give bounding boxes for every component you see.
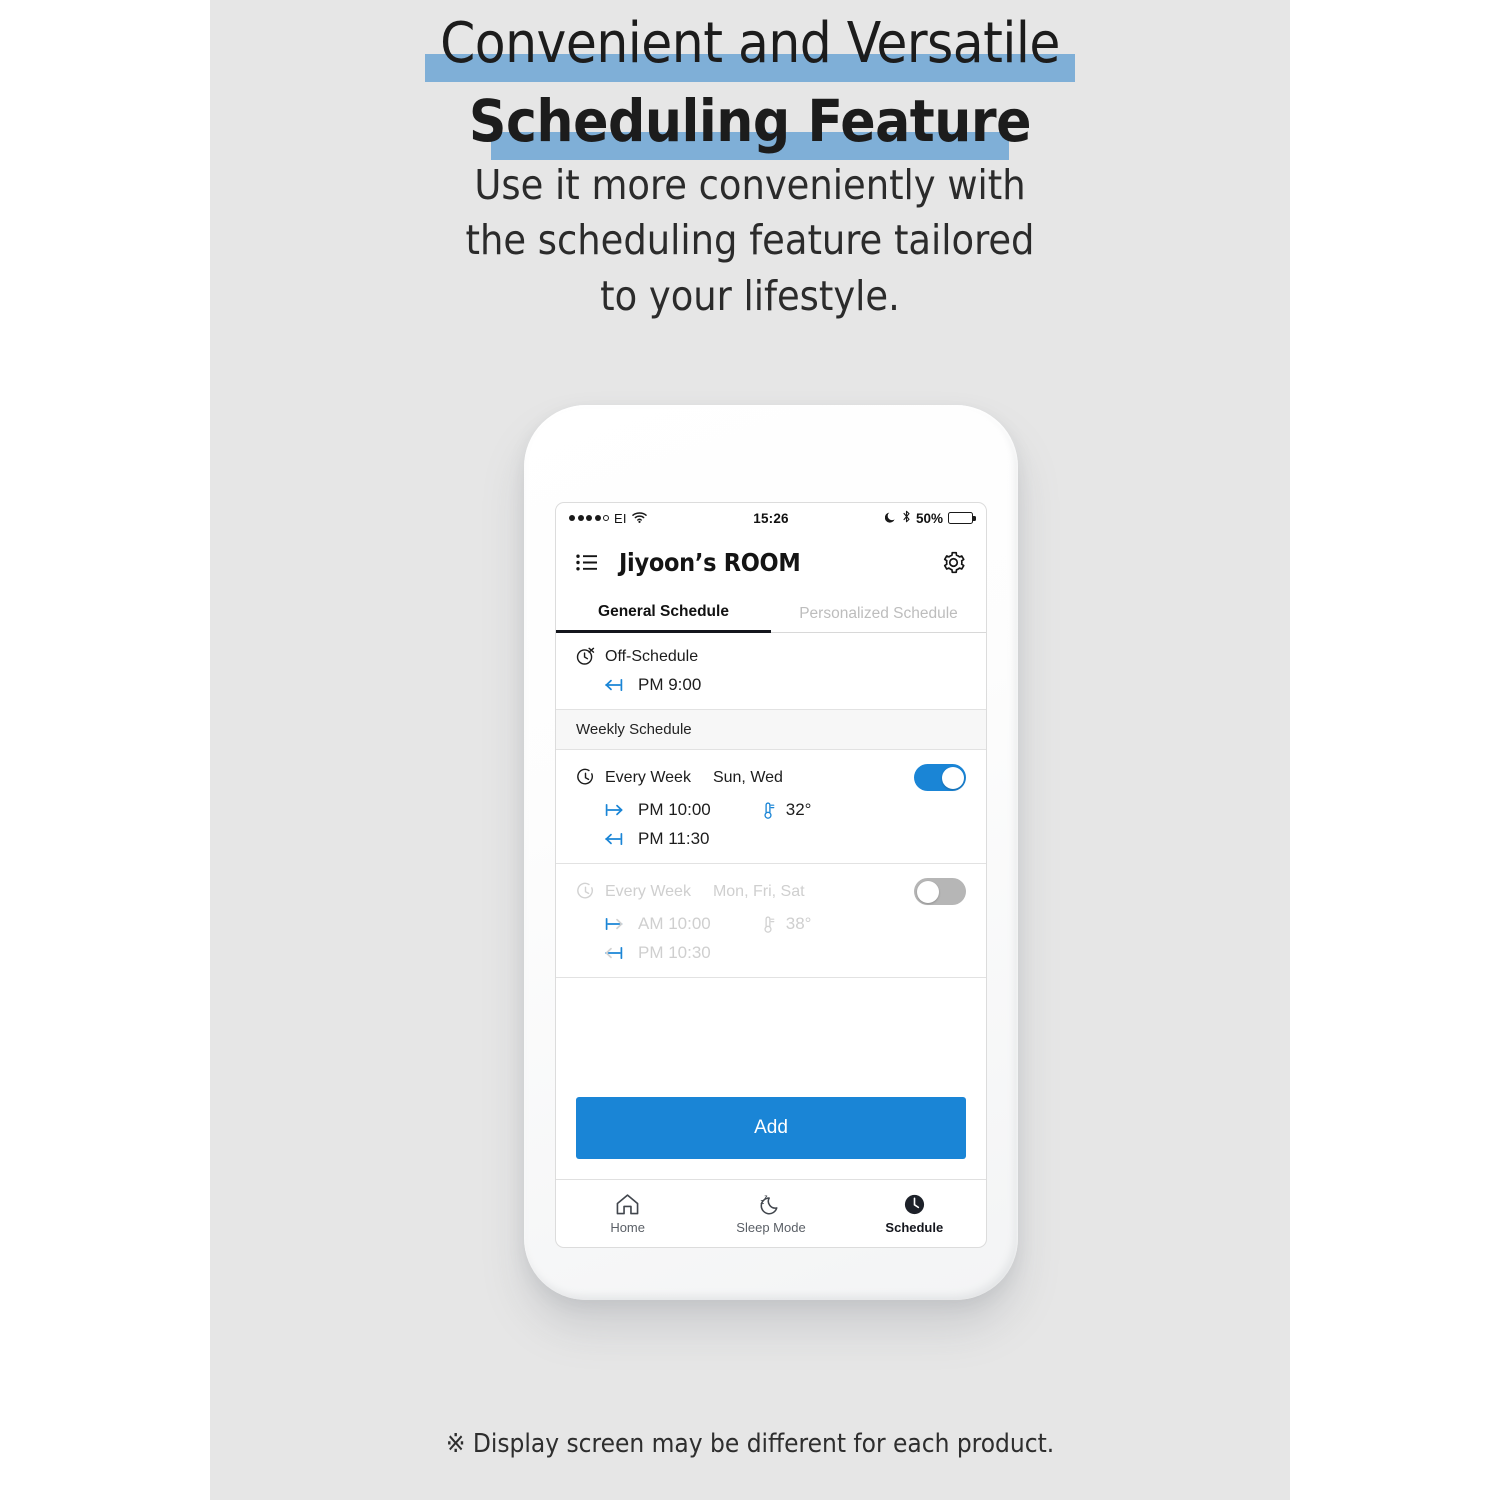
arrow-end-icon [604,946,624,960]
nav-item-sleep-mode[interactable]: z z Sleep Mode [699,1193,842,1235]
weekly-item-2-end-time: PM 10:30 [638,943,711,962]
sleep-moon-icon: z z [757,1193,784,1216]
page-title: Jiyoon’s ROOM [619,547,801,577]
nav-item-schedule-label: Schedule [885,1219,944,1235]
weekly-item-1-end-row: PM 11:30 [576,829,966,849]
weekly-item-1-toggle[interactable] [914,764,966,791]
nav-item-sleep-mode-label: Sleep Mode [736,1219,806,1235]
nav-item-home-label: Home [610,1219,645,1235]
thermometer-icon [761,915,775,934]
battery-icon [948,512,976,524]
weekly-item-1-start-time: PM 10:00 [638,800,711,819]
off-schedule-title: Off-Schedule [605,647,699,665]
off-schedule-header: Off-Schedule [576,647,966,666]
gear-icon[interactable] [941,550,966,575]
tab-general-schedule[interactable]: General Schedule [556,591,771,633]
weekly-item-1-temperature-wrap: 32° [761,800,812,820]
clock-icon [576,882,595,901]
weekly-item-2-temperature: 38° [785,914,812,933]
weekly-item-2-header: Every Week Mon, Fri, Sat [576,878,966,905]
headline-line-1-text: Convenient and Versatile [440,11,1060,76]
arrow-end-icon [604,678,624,692]
schedule-tabs: General Schedule Personalized Schedule [556,591,986,633]
weekly-item-1-title: Every Week [605,768,691,786]
weekly-schedule-section-header: Weekly Schedule [556,710,986,750]
list-empty-space [556,978,986,1081]
headline-line-2: Scheduling Feature [210,86,1290,164]
nav-item-schedule[interactable]: Schedule [843,1193,986,1235]
svg-text:z: z [761,1197,765,1206]
thermometer-icon [761,801,775,820]
battery-percent-label: 50% [915,510,943,526]
off-schedule-card[interactable]: Off-Schedule PM 9:00 [556,633,986,710]
subheadline-text: Use it more conveniently with the schedul… [465,161,1035,320]
weekly-item-1-end-time: PM 11:30 [638,829,710,848]
nav-item-home[interactable]: Home [556,1193,699,1235]
phone-screen: EI 15:26 50% Jiyoon’s ROOM General Sched… [555,502,987,1248]
bottom-navigation: Home z z Sleep Mode Schedule [556,1179,986,1247]
weekly-item-2-end-row: PM 10:30 [576,943,966,963]
tab-personalized-schedule[interactable]: Personalized Schedule [771,591,986,633]
weekly-item-1-start-row: PM 10:00 32° [576,800,966,820]
weekly-schedule-item-1[interactable]: Every Week Sun, Wed PM 10:00 32° PM 11:3… [556,750,986,864]
weekly-item-2-start-time: AM 10:00 [638,914,711,933]
status-bar-right: 50% [884,510,976,526]
clock-icon [576,768,595,787]
arrow-start-icon [604,803,624,817]
headline-line-2-text: Scheduling Feature [468,87,1032,155]
arrow-start-icon [604,917,624,931]
off-schedule-end-time-row: PM 9:00 [576,675,966,695]
home-icon [615,1193,640,1216]
weekly-item-2-title: Every Week [605,882,691,900]
off-schedule-end-time: PM 9:00 [638,675,702,694]
weekly-item-2-days: Mon, Fri, Sat [712,882,805,900]
weekly-item-1-temperature: 32° [785,800,812,819]
app-header: Jiyoon’s ROOM [556,533,986,591]
headline-block: Convenient and Versatile Scheduling Feat… [210,8,1290,164]
moon-icon [884,511,897,526]
weekly-item-1-days: Sun, Wed [712,768,783,786]
add-button-container: Add [556,1081,986,1179]
bluetooth-icon [902,510,911,526]
weekly-item-2-temperature-wrap: 38° [761,914,812,934]
clock-filled-icon [902,1193,927,1216]
weekly-item-2-start-row: AM 10:00 38° [576,914,966,934]
clock-off-icon [576,647,595,666]
page-root: Convenient and Versatile Scheduling Feat… [0,0,1500,1500]
footnote-text: ※ Display screen may be different for ea… [445,1429,1055,1459]
add-button[interactable]: Add [576,1097,966,1159]
weekly-item-2-toggle[interactable] [914,878,966,905]
weekly-schedule-item-2[interactable]: Every Week Mon, Fri, Sat AM 10:00 38° PM… [556,864,986,978]
status-bar: EI 15:26 50% [556,503,986,533]
list-icon[interactable] [576,554,598,571]
tab-personalized-schedule-label: Personalized Schedule [799,605,958,622]
headline-line-1: Convenient and Versatile [210,8,1290,82]
schedule-list: Off-Schedule PM 9:00 Weekly Schedule Eve… [556,633,986,1179]
phone-mockup: EI 15:26 50% Jiyoon’s ROOM General Sched… [524,405,1018,1300]
arrow-end-icon [604,832,624,846]
weekly-item-1-header: Every Week Sun, Wed [576,764,966,791]
tab-general-schedule-label: General Schedule [598,603,729,620]
